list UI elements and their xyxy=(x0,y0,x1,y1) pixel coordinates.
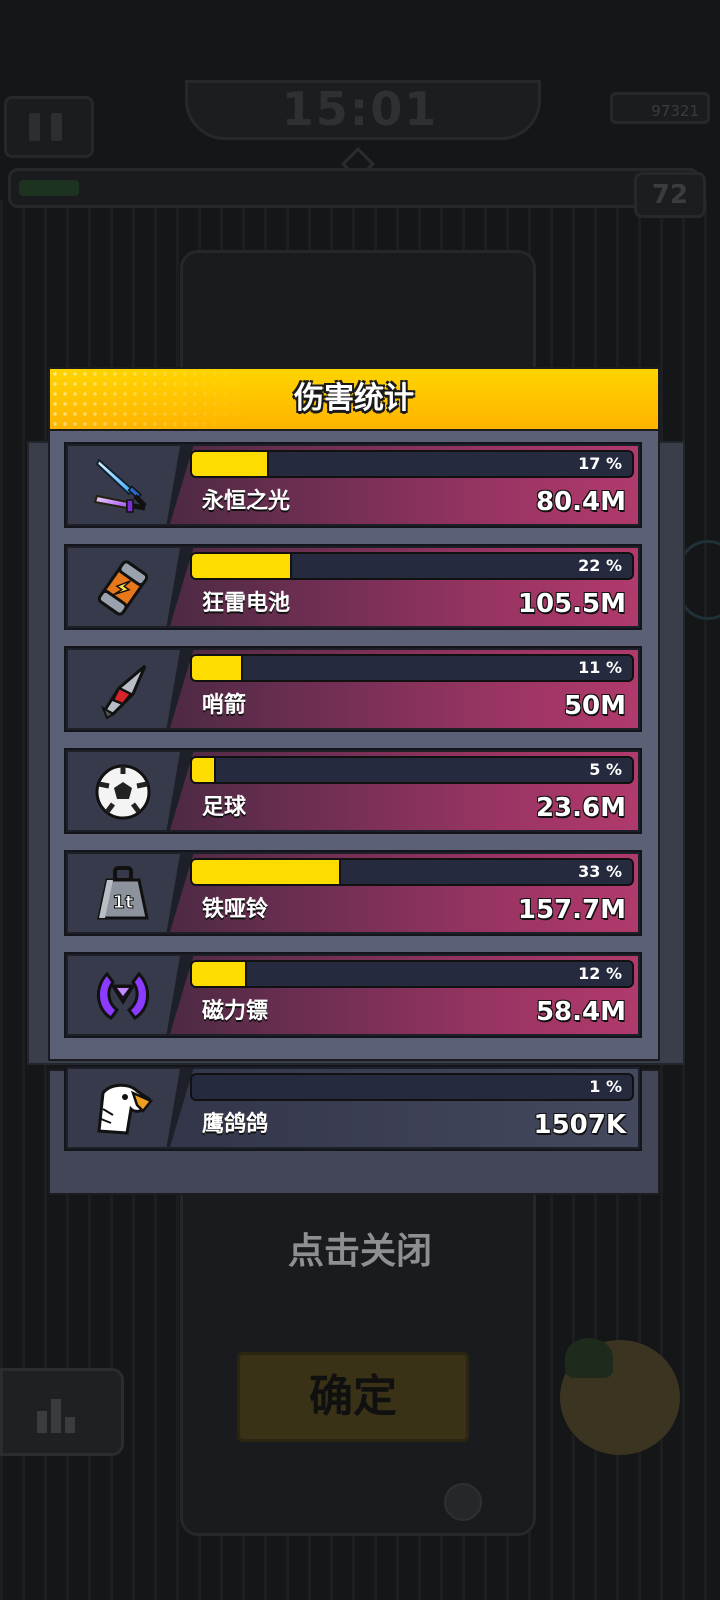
level-badge: 72 xyxy=(634,172,706,218)
weapon-damage-row: 17 % 永恒之光 80.4M xyxy=(64,442,642,528)
damage-percent: 5 % xyxy=(589,760,622,779)
weapon-damage-row: 12 % 磁力镖 58.4M xyxy=(64,952,642,1038)
xp-bar xyxy=(8,168,700,208)
damage-percent: 33 % xyxy=(578,862,622,881)
dialog-title: 伤害统计 xyxy=(294,381,414,416)
damage-value: 58.4M xyxy=(535,997,626,1027)
dialog-header: 伤害统计 xyxy=(48,367,660,431)
damage-share-bar: 12 % xyxy=(190,960,634,988)
damage-percent: 17 % xyxy=(578,454,622,473)
weapon-damage-row: 22 % 狂雷电池 105.5M xyxy=(64,544,642,630)
weapon-damage-row: 1t 33 % 铁哑铃 157.7M xyxy=(64,850,642,936)
item-name: 哨箭 xyxy=(202,693,247,718)
coin-counter: 97321 xyxy=(610,92,710,124)
damage-share-bar: 5 % xyxy=(190,756,634,784)
item-icon-frame: 1t xyxy=(68,854,180,932)
leprechaun-hat-icon xyxy=(565,1338,613,1378)
damage-percent: 1 % xyxy=(589,1077,622,1096)
twin-swords-icon xyxy=(93,456,153,516)
item-name: 足球 xyxy=(202,795,247,820)
confirm-label: 确定 xyxy=(309,1371,397,1422)
ball-icon xyxy=(444,1483,482,1521)
stats-button[interactable] xyxy=(0,1368,124,1456)
svg-text:1t: 1t xyxy=(112,892,134,913)
damage-value: 23.6M xyxy=(535,793,626,823)
item-name: 铁哑铃 xyxy=(202,897,269,922)
battery-icon xyxy=(93,558,153,618)
item-name: 磁力镖 xyxy=(202,999,269,1024)
weapon-damage-row: 11 % 哨箭 50M xyxy=(64,646,642,732)
damage-share-fill xyxy=(192,758,217,782)
item-icon-frame xyxy=(68,956,180,1034)
damage-share-bar: 33 % xyxy=(190,858,634,886)
weight-1t-icon: 1t xyxy=(93,864,153,924)
arrow-turret-icon xyxy=(93,660,153,720)
damage-share-fill xyxy=(192,554,292,578)
damage-share-fill xyxy=(192,860,341,884)
bar-chart-icon xyxy=(37,1399,81,1433)
soccer-ball-icon xyxy=(93,762,153,822)
damage-share-fill xyxy=(192,962,248,986)
confirm-button[interactable]: 确定 xyxy=(237,1352,469,1442)
item-icon-frame xyxy=(68,752,180,830)
pet-damage-row: 1 % 鹰鸽鸽 1507K xyxy=(64,1065,642,1151)
damage-percent: 22 % xyxy=(578,556,622,575)
item-icon-frame xyxy=(68,548,180,626)
item-name: 鹰鸽鸽 xyxy=(202,1112,269,1137)
item-icon-frame xyxy=(68,650,180,728)
magnet-boomerang-icon xyxy=(93,966,153,1026)
damage-share-fill xyxy=(192,656,243,680)
damage-value: 1507K xyxy=(533,1110,626,1140)
item-name: 狂雷电池 xyxy=(202,591,291,616)
damage-percent: 11 % xyxy=(578,658,622,677)
item-icon-frame xyxy=(68,446,180,524)
damage-share-bar: 17 % xyxy=(190,450,634,478)
damage-share-fill xyxy=(192,452,270,476)
weapon-damage-row: 5 % 足球 23.6M xyxy=(64,748,642,834)
damage-value: 50M xyxy=(563,691,626,721)
damage-share-bar: 11 % xyxy=(190,654,634,682)
tap-to-close-hint[interactable]: 点击关闭 xyxy=(0,1222,720,1274)
damage-value: 105.5M xyxy=(517,589,626,619)
damage-value: 80.4M xyxy=(535,487,626,517)
damage-share-bar: 1 % xyxy=(190,1073,634,1101)
item-name: 永恒之光 xyxy=(202,489,291,514)
damage-share-bar: 22 % xyxy=(190,552,634,580)
damage-percent: 12 % xyxy=(578,964,622,983)
eagle-icon xyxy=(93,1079,153,1139)
damage-value: 157.7M xyxy=(517,895,626,925)
item-icon-frame xyxy=(68,1069,180,1147)
